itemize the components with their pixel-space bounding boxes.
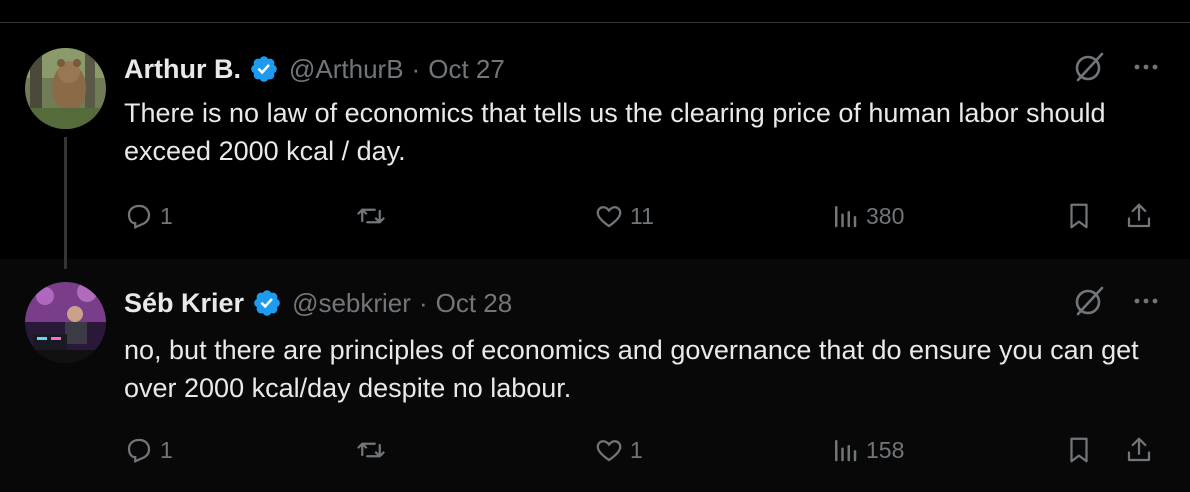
share-icon xyxy=(1127,437,1151,462)
tweet-text: There is no law of economics that tells … xyxy=(124,98,1106,166)
tweet[interactable]: Séb Krier @sebkrier · Oct 28 no, but the… xyxy=(0,259,1190,492)
separator: · xyxy=(411,53,421,84)
verified-badge-icon xyxy=(249,54,279,84)
tweet-actions: 1 11 380 xyxy=(124,196,1164,236)
tweet-text: no, but there are principles of economic… xyxy=(124,335,1139,403)
retweet-icon xyxy=(357,442,385,458)
bookmark-button[interactable] xyxy=(1064,196,1094,236)
like-count: 1 xyxy=(630,436,643,463)
verified-badge-icon xyxy=(252,288,282,318)
views-icon xyxy=(835,206,857,228)
reply-button[interactable]: 1 xyxy=(124,430,173,470)
views-button[interactable]: 158 xyxy=(830,430,904,470)
reply-count: 1 xyxy=(160,202,173,229)
reply-icon xyxy=(127,204,151,229)
author-handle[interactable]: @sebkrier xyxy=(292,288,411,319)
reply-button[interactable]: 1 xyxy=(124,196,173,236)
reply-count: 1 xyxy=(160,436,173,463)
author-name[interactable]: Séb Krier xyxy=(124,288,244,319)
tweet-top-actions xyxy=(1072,283,1160,323)
share-button[interactable] xyxy=(1124,430,1154,470)
tweet[interactable]: Arthur B. @ArthurB · Oct 27 There is no … xyxy=(0,23,1190,259)
share-icon xyxy=(1127,203,1151,228)
avatar[interactable] xyxy=(25,48,106,129)
tweet-actions: 1 1 158 xyxy=(124,430,1164,470)
like-button[interactable]: 1 xyxy=(594,430,643,470)
retweet-button[interactable] xyxy=(356,196,392,236)
views-icon xyxy=(835,440,857,462)
view-count: 380 xyxy=(866,202,905,229)
retweet-icon xyxy=(357,208,385,224)
like-count: 11 xyxy=(630,202,654,229)
separator: · xyxy=(418,287,428,318)
more-icon[interactable] xyxy=(1132,53,1160,86)
more-icon[interactable] xyxy=(1132,287,1160,320)
like-icon xyxy=(596,206,622,228)
author-handle[interactable]: @ArthurB xyxy=(289,54,404,85)
like-icon xyxy=(596,440,622,462)
tweet-date[interactable]: Oct 28 xyxy=(436,288,513,319)
tweet-header: Arthur B. @ArthurB · Oct 27 xyxy=(124,49,505,89)
tweet-header: Séb Krier @sebkrier · Oct 28 xyxy=(124,283,512,323)
thread-connector-line xyxy=(64,137,67,269)
tweet-date[interactable]: Oct 27 xyxy=(428,54,505,85)
views-button[interactable]: 380 xyxy=(830,196,904,236)
view-count: 158 xyxy=(866,436,905,463)
retweet-button[interactable] xyxy=(356,430,392,470)
grok-icon[interactable] xyxy=(1072,284,1106,323)
author-name[interactable]: Arthur B. xyxy=(124,54,241,85)
bookmark-button[interactable] xyxy=(1064,430,1094,470)
like-button[interactable]: 11 xyxy=(594,196,654,236)
bookmark-icon xyxy=(1070,437,1088,463)
tweet-top-actions xyxy=(1072,49,1160,89)
grok-icon[interactable] xyxy=(1072,50,1106,89)
share-button[interactable] xyxy=(1124,196,1154,236)
bookmark-icon xyxy=(1070,203,1088,229)
avatar[interactable] xyxy=(25,282,106,363)
reply-icon xyxy=(127,438,151,463)
